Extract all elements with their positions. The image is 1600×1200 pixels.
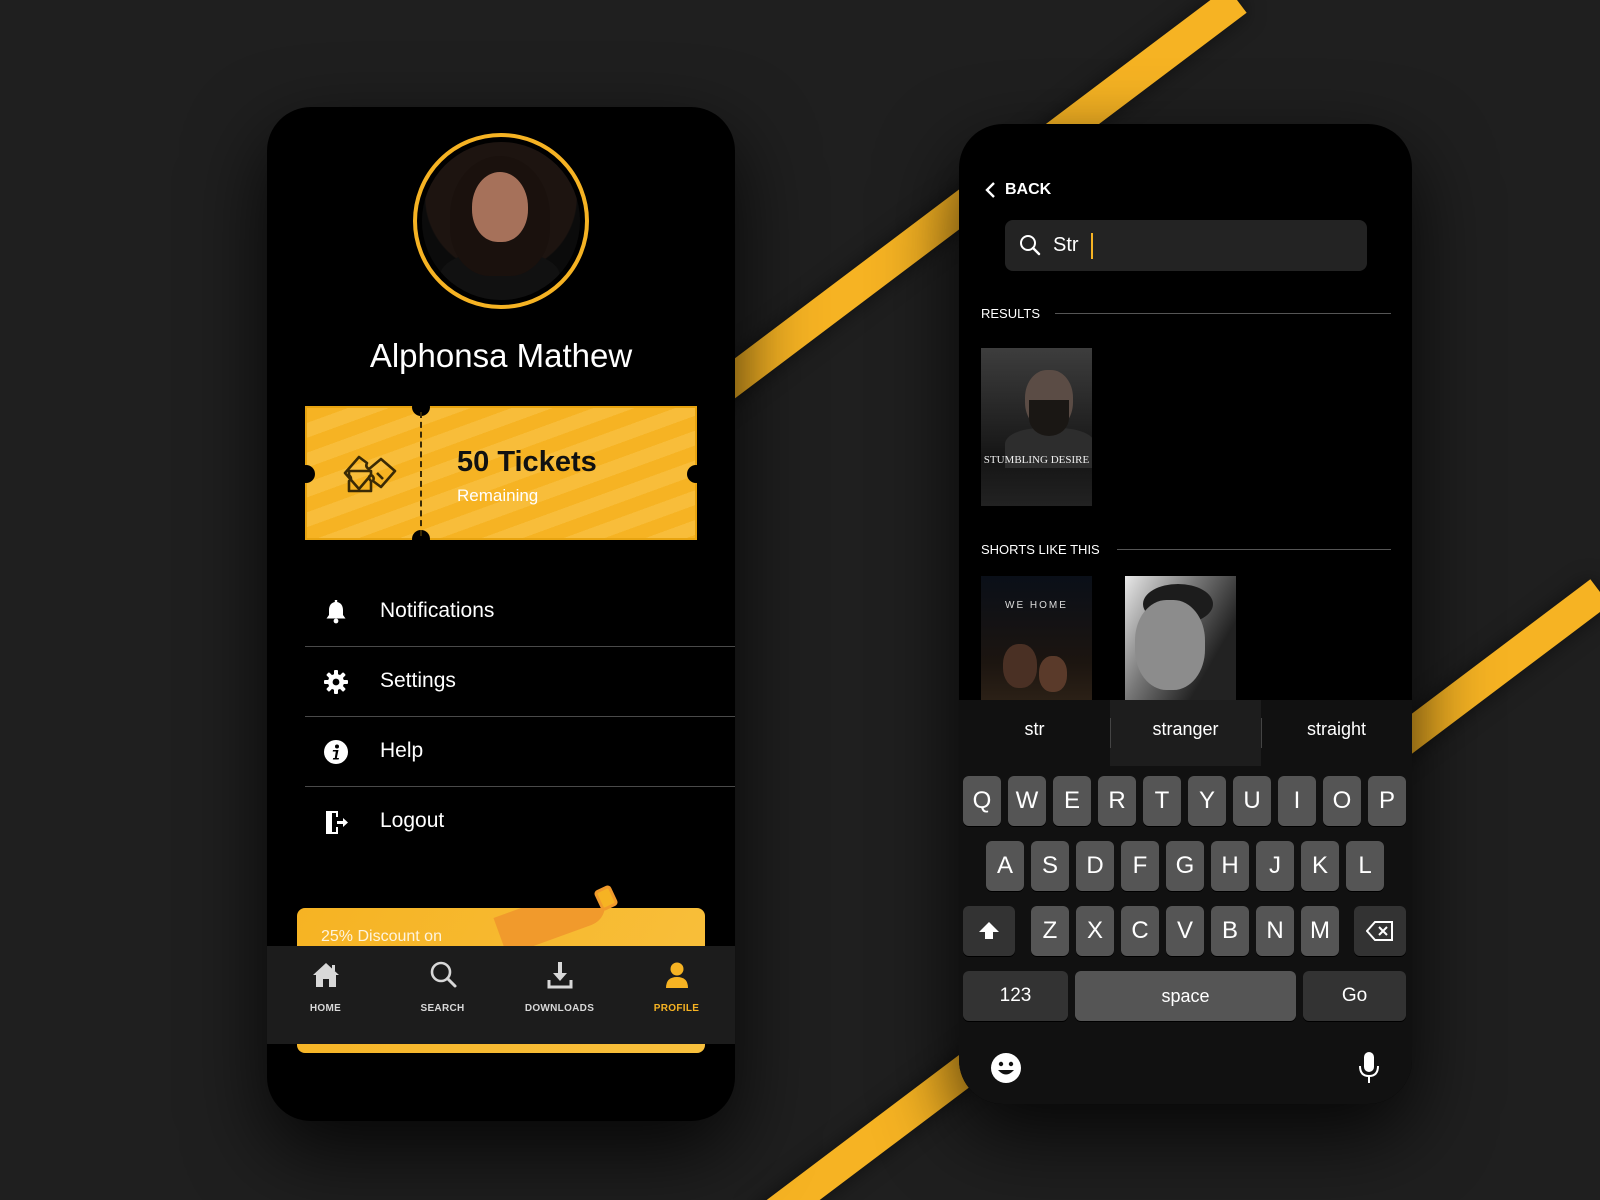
suggestion[interactable]: str xyxy=(959,700,1110,766)
key-k[interactable]: K xyxy=(1301,841,1339,891)
short-poster[interactable]: WE HOME xyxy=(981,576,1092,700)
home-icon xyxy=(312,963,339,987)
search-icon xyxy=(1020,235,1041,256)
poster-title: STUMBLING DESIRE xyxy=(983,454,1090,466)
key-j[interactable]: J xyxy=(1256,841,1294,891)
key-b[interactable]: B xyxy=(1211,906,1249,956)
ticket-notch xyxy=(687,465,705,483)
key-f[interactable]: F xyxy=(1121,841,1159,891)
chevron-left-icon xyxy=(985,182,995,198)
avatar[interactable] xyxy=(413,133,589,309)
results-heading: RESULTS xyxy=(981,306,1040,321)
poster-title: WE HOME xyxy=(1005,600,1068,611)
menu-item-help[interactable]: Help xyxy=(305,717,735,787)
numbers-key[interactable]: 123 xyxy=(963,971,1068,1021)
tickets-sub-label: Remaining xyxy=(457,486,539,505)
suggestion[interactable]: stranger xyxy=(1110,700,1261,766)
ticket-divider xyxy=(420,412,422,536)
key-y[interactable]: Y xyxy=(1188,776,1226,826)
back-label: BACK xyxy=(1005,181,1052,198)
go-key[interactable]: Go xyxy=(1303,971,1406,1021)
search-input[interactable] xyxy=(1053,230,1343,260)
download-icon xyxy=(547,962,572,989)
suggestion[interactable]: straight xyxy=(1261,700,1412,766)
short-poster[interactable] xyxy=(1125,576,1236,700)
search-screen: BACK RESULTS STUMBLING DESIRE SHORTS LIK… xyxy=(959,124,1412,1104)
microphone-icon[interactable] xyxy=(1357,1051,1381,1085)
keyboard-suggestions: str stranger straight xyxy=(959,700,1412,766)
key-l[interactable]: L xyxy=(1346,841,1384,891)
key-r[interactable]: R xyxy=(1098,776,1136,826)
key-c[interactable]: C xyxy=(1121,906,1159,956)
section-divider xyxy=(1117,549,1391,550)
key-g[interactable]: G xyxy=(1166,841,1204,891)
tickets-count: 50 Tickets xyxy=(457,446,597,478)
tab-home[interactable]: HOME xyxy=(267,946,384,1044)
menu-item-label: Logout xyxy=(380,809,445,832)
back-button[interactable]: BACK xyxy=(983,178,1051,202)
backspace-key[interactable] xyxy=(1354,906,1406,956)
gear-icon xyxy=(324,670,348,694)
tab-profile[interactable]: PROFILE xyxy=(618,946,735,1044)
emoji-icon[interactable] xyxy=(989,1051,1023,1085)
tab-label: HOME xyxy=(309,1003,342,1014)
key-v[interactable]: V xyxy=(1166,906,1204,956)
shift-key[interactable] xyxy=(963,906,1015,956)
key-e[interactable]: E xyxy=(1053,776,1091,826)
shorts-heading: SHORTS LIKE THIS xyxy=(981,542,1100,557)
logout-icon xyxy=(326,811,348,834)
profile-menu: Notifications Settings Help Logout xyxy=(305,577,735,857)
tab-downloads[interactable]: DOWNLOADS xyxy=(501,946,618,1044)
key-q[interactable]: Q xyxy=(963,776,1001,826)
key-d[interactable]: D xyxy=(1076,841,1114,891)
key-n[interactable]: N xyxy=(1256,906,1294,956)
tab-search[interactable]: SEARCH xyxy=(384,946,501,1044)
key-a[interactable]: A xyxy=(986,841,1024,891)
space-key[interactable]: space xyxy=(1075,971,1296,1021)
text-caret xyxy=(1091,233,1093,259)
bell-icon xyxy=(326,600,346,624)
search-box[interactable] xyxy=(1005,220,1367,271)
key-m[interactable]: M xyxy=(1301,906,1339,956)
tab-label: PROFILE xyxy=(653,1003,700,1014)
key-i[interactable]: I xyxy=(1278,776,1316,826)
key-z[interactable]: Z xyxy=(1031,906,1069,956)
key-o[interactable]: O xyxy=(1323,776,1361,826)
on-screen-keyboard: Q W E R T Y U I O P A S D F G H J K L Z … xyxy=(959,766,1412,1104)
tab-label: SEARCH xyxy=(420,1003,465,1014)
backspace-icon xyxy=(1366,921,1393,941)
ticket-notch xyxy=(297,465,315,483)
menu-item-settings[interactable]: Settings xyxy=(305,647,735,717)
search-icon xyxy=(430,961,456,988)
promo-text: 25% Discount on xyxy=(321,928,442,945)
bottom-tab-bar: HOME SEARCH DOWNLOADS PROFILE xyxy=(267,946,735,1044)
menu-item-label: Help xyxy=(380,739,424,762)
result-poster[interactable]: STUMBLING DESIRE xyxy=(981,348,1092,506)
shift-icon xyxy=(979,922,999,939)
key-s[interactable]: S xyxy=(1031,841,1069,891)
profile-screen: Alphonsa Mathew 50 Tickets Remaining Not… xyxy=(267,107,735,1121)
person-icon xyxy=(665,962,688,988)
user-avatar-photo xyxy=(422,142,580,300)
tickets-card[interactable]: 50 Tickets Remaining xyxy=(297,398,705,548)
key-x[interactable]: X xyxy=(1076,906,1114,956)
section-divider xyxy=(1055,313,1391,314)
menu-item-label: Notifications xyxy=(380,599,495,622)
menu-item-label: Settings xyxy=(380,669,456,692)
menu-item-logout[interactable]: Logout xyxy=(305,787,735,857)
key-w[interactable]: W xyxy=(1008,776,1046,826)
key-p[interactable]: P xyxy=(1368,776,1406,826)
user-name: Alphonsa Mathew xyxy=(369,337,633,374)
menu-item-notifications[interactable]: Notifications xyxy=(305,577,735,647)
tab-label: DOWNLOADS xyxy=(524,1003,595,1014)
key-t[interactable]: T xyxy=(1143,776,1181,826)
key-h[interactable]: H xyxy=(1211,841,1249,891)
tickets-icon xyxy=(343,455,397,493)
info-icon xyxy=(324,740,348,764)
key-u[interactable]: U xyxy=(1233,776,1271,826)
